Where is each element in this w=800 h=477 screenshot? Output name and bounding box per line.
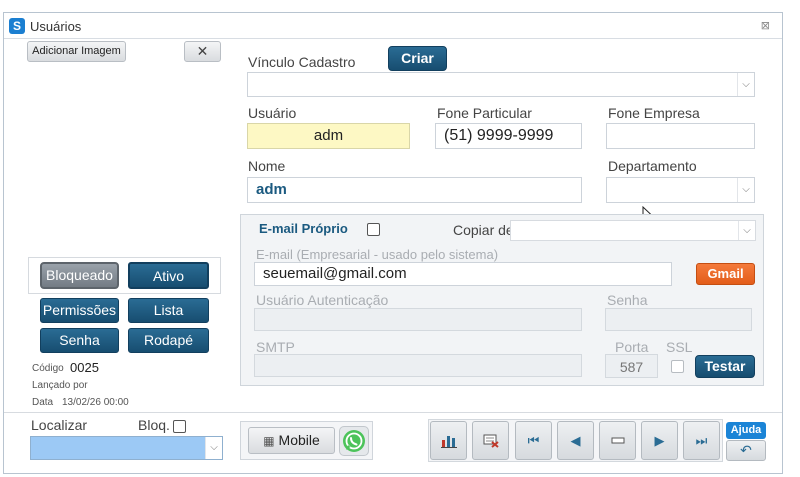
ativo-button[interactable]: Ativo <box>128 262 209 289</box>
remove-image-icon[interactable]: ✕ <box>184 41 221 62</box>
testar-button[interactable]: Testar <box>695 355 755 378</box>
criar-button[interactable]: Criar <box>388 46 447 71</box>
previous-record-icon[interactable]: ◀ <box>557 421 594 460</box>
codigo-value: 0025 <box>70 360 99 375</box>
chevron-down-icon: ⌵ <box>737 178 754 202</box>
nome-input[interactable]: adm <box>247 177 582 203</box>
first-record-icon[interactable]: ⏮ <box>515 421 552 460</box>
nome-label: Nome <box>248 158 286 174</box>
senha-input[interactable] <box>605 308 752 331</box>
ajuda-button[interactable]: Ajuda <box>726 422 766 439</box>
localizar-label: Localizar <box>31 417 88 433</box>
bloq-checkbox[interactable] <box>173 420 186 433</box>
usuario-input[interactable]: adm <box>247 123 410 149</box>
departamento-label: Departamento <box>608 158 697 174</box>
usuario-auth-input[interactable] <box>254 308 582 331</box>
title-bar: S Usuários ⊠ <box>4 13 782 39</box>
departamento-dropdown[interactable]: ⌵ <box>606 177 755 203</box>
whatsapp-icon <box>343 430 365 452</box>
permissoes-button[interactable]: Permissões <box>40 298 119 323</box>
chevron-down-icon: ⌵ <box>738 221 755 240</box>
fone-particular-label: Fone Particular <box>437 105 532 121</box>
ssl-label: SSL <box>666 339 693 355</box>
email-input[interactable]: seuemail@gmail.com <box>254 262 672 286</box>
lista-button[interactable]: Lista <box>128 298 209 323</box>
fone-particular-input[interactable]: (51) 9999-9999 <box>435 123 582 149</box>
porta-label: Porta <box>615 339 649 355</box>
fone-empresa-input[interactable] <box>606 123 755 149</box>
fone-empresa-label: Fone Empresa <box>608 105 700 121</box>
rodape-button[interactable]: Rodapé <box>128 328 209 353</box>
bloq-label: Bloq. <box>138 417 170 433</box>
mobile-label: Mobile <box>278 432 320 448</box>
chevron-down-icon: ⌵ <box>205 437 222 459</box>
localizar-dropdown[interactable]: ⌵ <box>30 436 223 460</box>
data-label: Data <box>32 397 54 408</box>
lancado-label: Lançado por <box>32 380 88 391</box>
ssl-checkbox[interactable] <box>671 360 684 373</box>
minus-icon[interactable] <box>599 421 636 460</box>
email-label: E-mail (Empresarial - usado pelo sistema… <box>256 247 499 262</box>
gmail-button[interactable]: Gmail <box>696 263 755 285</box>
porta-input[interactable]: 587 <box>605 354 658 378</box>
undo-icon[interactable]: ↶ <box>726 440 766 461</box>
smtp-label: SMTP <box>256 339 295 355</box>
close-icon[interactable]: ⊠ <box>761 19 770 32</box>
senha-button[interactable]: Senha <box>40 328 119 353</box>
whatsapp-button[interactable] <box>339 426 369 456</box>
next-record-icon[interactable]: ▶ <box>641 421 678 460</box>
email-proprio-label: E-mail Próprio <box>259 221 348 236</box>
copiar-label: Copiar de <box>453 222 514 238</box>
bloqueado-button[interactable]: Bloqueado <box>40 262 119 289</box>
last-record-icon[interactable]: ⏭ <box>683 421 720 460</box>
add-image-button[interactable]: Adicionar Imagem <box>27 41 126 62</box>
app-logo-icon: S <box>9 18 25 34</box>
email-proprio-checkbox[interactable] <box>367 223 380 236</box>
senha-label: Senha <box>607 292 648 308</box>
usuario-label: Usuário <box>248 105 297 121</box>
report-chart-icon[interactable] <box>430 421 467 460</box>
copiar-dropdown[interactable]: ⌵ <box>510 220 756 241</box>
delete-record-icon[interactable] <box>472 421 509 460</box>
grid-icon: ▦ <box>263 434 275 448</box>
usuario-auth-label: Usuário Autenticação <box>256 292 389 308</box>
data-value: 13/02/26 00:00 <box>62 397 129 408</box>
codigo-label: Código <box>32 363 64 374</box>
vinculo-label: Vínculo Cadastro <box>248 54 356 70</box>
window-title: Usuários <box>30 19 82 34</box>
vinculo-dropdown[interactable]: ⌵ <box>247 72 755 97</box>
chevron-down-icon: ⌵ <box>737 73 754 96</box>
smtp-input[interactable] <box>254 354 582 377</box>
mobile-button[interactable]: ▦ Mobile <box>248 427 335 454</box>
bottom-divider <box>4 412 782 413</box>
